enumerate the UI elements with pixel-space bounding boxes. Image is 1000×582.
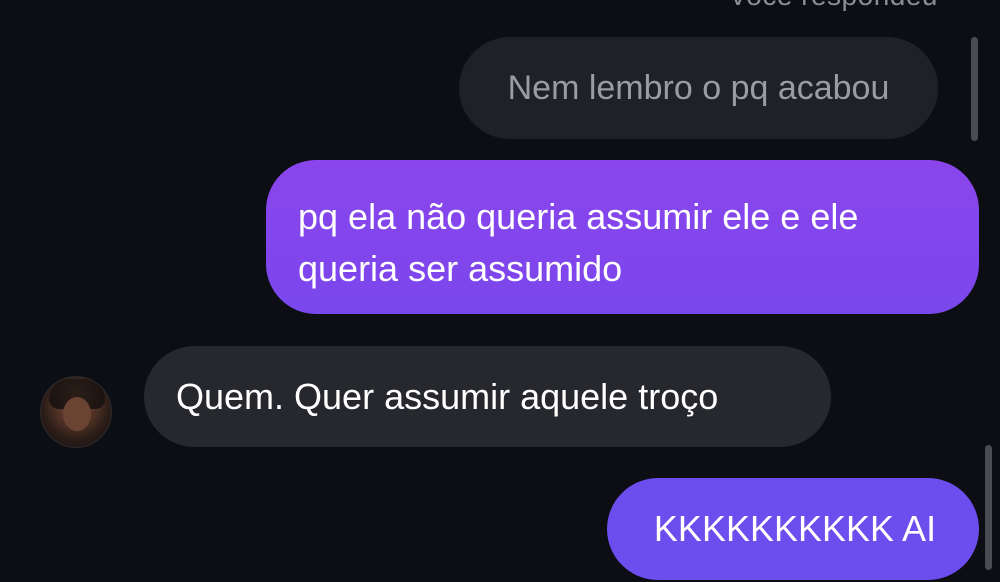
avatar-face — [63, 397, 91, 431]
quoted-message-bubble[interactable]: Nem lembro o pq acabou — [459, 37, 938, 139]
scrollbar-thumb[interactable] — [971, 37, 978, 141]
quoted-message-text: Nem lembro o pq acabou — [507, 69, 890, 107]
reply-header: Você respondeu — [729, 0, 938, 12]
avatar[interactable] — [40, 376, 112, 448]
received-message-text: Quem. Quer assumir aquele troço — [176, 375, 719, 417]
sent-message-text: KKKKKKKKKK AI — [653, 508, 937, 549]
scrollbar-thumb[interactable] — [985, 445, 992, 570]
sent-message-line: queria ser assumido — [298, 248, 623, 289]
chat-thread[interactable]: Você respondeu Nem lembro o pq acabou pq… — [0, 0, 1000, 582]
sent-message-bubble[interactable]: KKKKKKKKKK AI — [607, 478, 979, 580]
received-message-bubble[interactable]: Quem. Quer assumir aquele troço — [144, 346, 831, 447]
sent-message-bubble[interactable]: pq ela não queria assumir ele e ele quer… — [266, 160, 979, 314]
sent-message-line: pq ela não queria assumir ele e ele — [298, 196, 859, 237]
